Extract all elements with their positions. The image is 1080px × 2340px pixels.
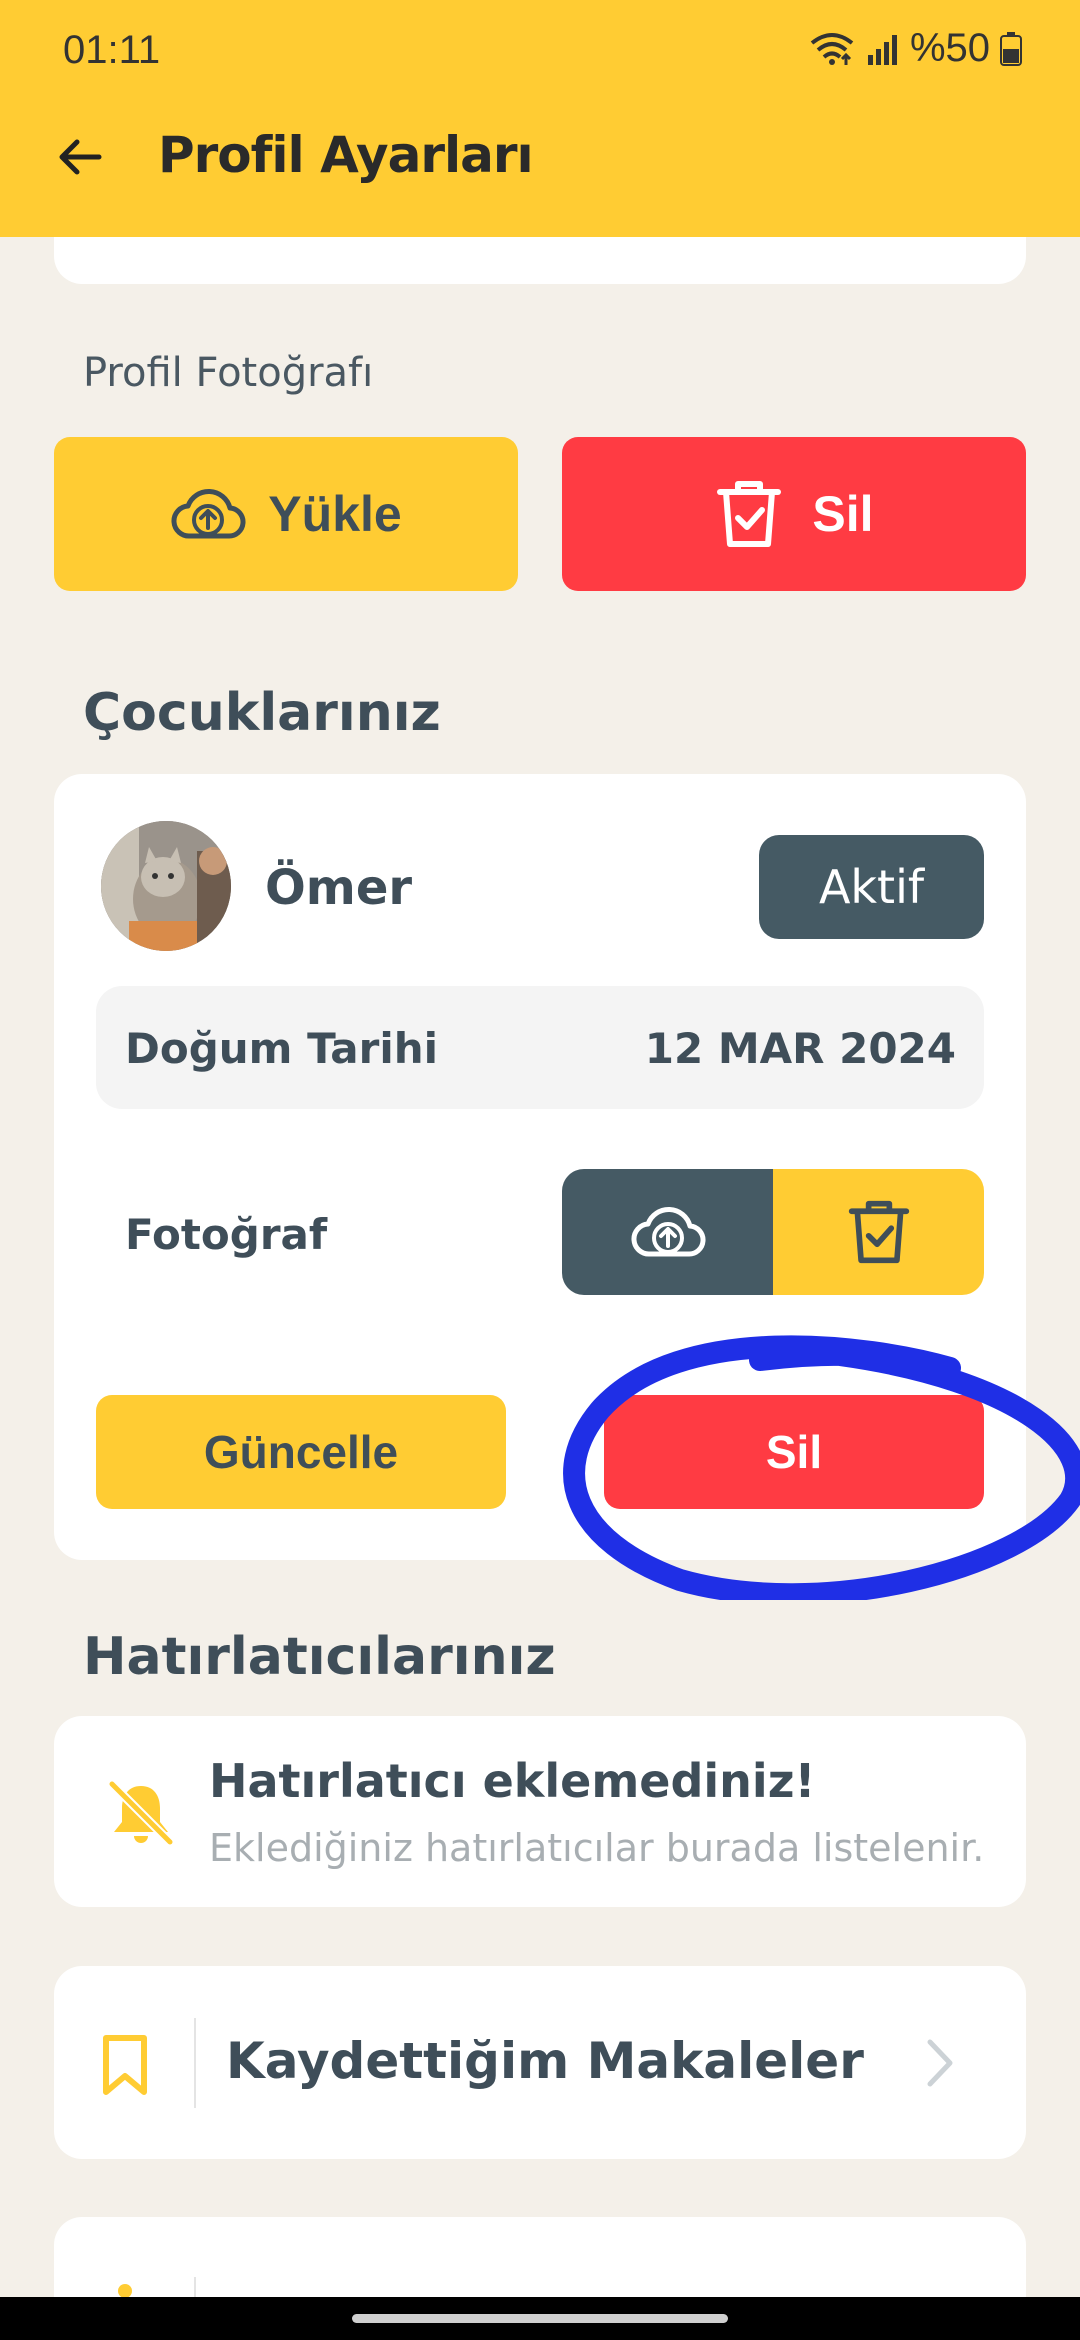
photo-row-label: Fotoğraf xyxy=(125,1210,328,1259)
annotation-circle xyxy=(563,1335,1080,1600)
child-photo-image xyxy=(101,821,231,951)
battery-percent: %50 xyxy=(909,26,990,70)
children-section-title: Çocuklarınız xyxy=(83,683,441,743)
cloud-upload-icon xyxy=(630,1206,706,1257)
child-status-badge[interactable]: Aktif xyxy=(759,835,984,939)
reminders-section-title: Hatırlatıcılarınız xyxy=(83,1627,556,1687)
child-name: Ömer xyxy=(265,860,413,916)
bell-off-icon xyxy=(107,1779,175,1847)
chevron-right-icon xyxy=(927,2039,953,2087)
app-header: 01:11 %50 Profil Ayarları xyxy=(0,0,1080,237)
trash-check-icon xyxy=(717,481,782,547)
cloud-upload-icon xyxy=(171,488,246,539)
birth-date-label: Doğum Tarihi xyxy=(125,1024,439,1073)
upload-photo-button[interactable]: Yükle xyxy=(54,437,518,591)
reminders-card: Hatırlatıcı eklemediniz! Eklediğiniz hat… xyxy=(54,1716,1026,1907)
avatar xyxy=(101,821,231,951)
saved-articles-label: Kaydettiğim Makaleler xyxy=(226,2032,864,2090)
saved-articles-divider xyxy=(194,2018,196,2108)
update-child-button[interactable]: Güncelle xyxy=(96,1395,506,1509)
signal-icon xyxy=(867,34,897,65)
next-row-icon-dot xyxy=(118,2284,132,2298)
status-icons: %50 xyxy=(808,26,1022,71)
delete-photo-label: Sil xyxy=(812,486,874,542)
battery-icon xyxy=(1000,31,1022,66)
back-arrow-icon[interactable] xyxy=(55,132,105,182)
delete-photo-button[interactable]: Sil xyxy=(562,437,1026,591)
child-photo-upload-button[interactable] xyxy=(562,1169,773,1295)
upload-photo-label: Yükle xyxy=(268,486,402,542)
reminders-empty-title: Hatırlatıcı eklemediniz! xyxy=(209,1754,816,1808)
profile-photo-label: Profil Fotoğrafı xyxy=(83,350,374,396)
wifi-icon xyxy=(810,32,854,65)
page-title: Profil Ayarları xyxy=(158,126,534,184)
reminders-empty-subtitle: Eklediğiniz hatırlatıcılar burada listel… xyxy=(209,1826,985,1870)
status-time: 01:11 xyxy=(63,28,161,72)
saved-articles-row[interactable]: Kaydettiğim Makaleler xyxy=(54,1966,1026,2159)
child-photo-actions xyxy=(562,1169,984,1295)
child-photo-delete-button[interactable] xyxy=(773,1169,984,1295)
bookmark-icon xyxy=(103,2035,147,2095)
home-indicator[interactable] xyxy=(352,2314,728,2323)
birth-date-row: Doğum Tarihi 12 MAR 2024 xyxy=(96,986,984,1109)
trash-check-icon xyxy=(848,1200,909,1264)
birth-date-value: 12 MAR 2024 xyxy=(644,1024,956,1073)
system-nav-bar xyxy=(0,2297,1080,2340)
